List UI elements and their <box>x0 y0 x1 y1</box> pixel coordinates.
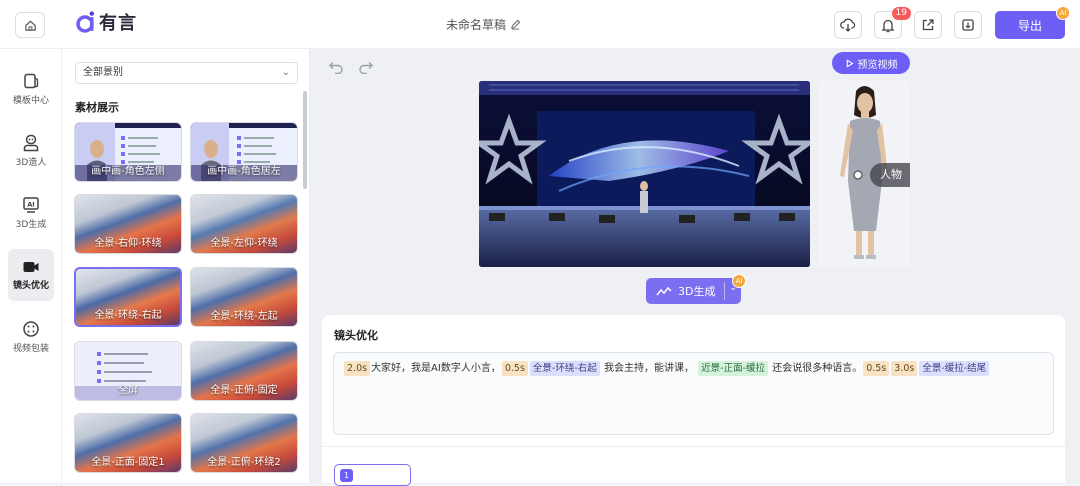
left-sidebar: 模板中心 3D造人 AI 3D生成 镜头优化 视频包装 <box>0 49 62 483</box>
thumb-caption: 画中画-角色居左 <box>207 166 281 177</box>
thumb-caption: 全景-右仰-环绕 <box>94 238 162 249</box>
pause-token[interactable]: 3.0s <box>891 361 918 376</box>
shot-type-select-value: 全部景别 <box>83 67 123 78</box>
script-text: 我会主持，能讲课， <box>603 363 694 374</box>
preview-video-label: 预览视频 <box>857 59 898 71</box>
script-editor[interactable]: 2.0s 大家好，我是AI数字人小言， 0.5s 全景-环绕-右起 我会主持，能讲课，… <box>333 352 1054 435</box>
share-button[interactable] <box>914 11 942 39</box>
undo-icon <box>329 62 343 75</box>
home-button[interactable] <box>15 12 45 38</box>
ai-generate-icon: AI <box>23 197 39 213</box>
sidebar-item-label: 视频包装 <box>12 344 49 354</box>
ai-badge: AI <box>732 274 746 288</box>
cloud-download-icon <box>840 18 856 32</box>
sidebar-item-3d-generate[interactable]: AI 3D生成 <box>0 187 62 239</box>
download-box-icon <box>962 19 974 31</box>
sidebar-item-camera-optimize[interactable]: 镜头优化 <box>8 249 54 301</box>
share-icon <box>922 19 934 31</box>
camera-icon <box>23 262 39 272</box>
asset-thumb-pip-left[interactable]: 画中画-角色左侧 <box>74 122 182 182</box>
trend-icon <box>656 286 672 296</box>
editor-canvas: 预览视频 人物 3D生成 ⌄ AI 镜头优化 2.0s 大家好，我是AI数字人小… <box>310 49 1080 486</box>
divider <box>724 282 725 300</box>
character-preview[interactable]: 人物 <box>818 81 910 267</box>
logo-icon <box>76 11 94 33</box>
cloud-download-button[interactable] <box>834 11 862 39</box>
shot-type-select[interactable]: 全部景别 ⌄ <box>75 62 298 84</box>
3d-generate-label: 3D生成 <box>678 285 716 298</box>
thumb-caption: 全景-环绕-左起 <box>210 311 278 322</box>
asset-panel: 全部景别 ⌄ 素材展示 画中画-角色左侧 画中画-角色居左 全景-右仰-环绕 全… <box>62 49 310 483</box>
notifications-button[interactable]: 19 <box>874 7 911 39</box>
thumb-caption: 全景-正俯-固定 <box>210 385 278 396</box>
panel-divider <box>322 446 1065 447</box>
asset-thumb-pip-left-center[interactable]: 画中画-角色居左 <box>190 122 298 182</box>
sidebar-item-video-package[interactable]: 视频包装 <box>0 311 62 363</box>
sidebar-item-label: 模板中心 <box>12 96 49 106</box>
document-title[interactable]: 未命名草稿 <box>446 16 521 33</box>
chevron-down-icon: ⌄ <box>281 67 290 78</box>
asset-thumb-panorama-front-fixed[interactable]: 全景-正面-固定1 <box>74 413 182 473</box>
camera-token[interactable]: 近景-正面-缓拉 <box>698 361 769 376</box>
template-icon <box>24 73 39 89</box>
ai-badge: AI <box>1056 6 1070 20</box>
bell-icon <box>881 19 895 32</box>
preview-video-button[interactable]: 预览视频 <box>832 52 910 74</box>
thumb-caption: 全景-环绕-右起 <box>94 310 162 321</box>
3d-generate-button[interactable]: 3D生成 ⌄ <box>646 278 741 304</box>
camera-token[interactable]: 全景-缓拉-结尾 <box>919 361 990 376</box>
top-bar: 有言 未命名草稿 19 导出 AI <box>0 0 1080 49</box>
svg-text:AI: AI <box>27 201 34 209</box>
script-text: 大家好，我是AI数字人小言， <box>371 363 501 374</box>
panel-title: 镜头优化 <box>334 329 378 342</box>
notification-badge: 19 <box>891 7 911 20</box>
camera-optimize-panel: 镜头优化 2.0s 大家好，我是AI数字人小言， 0.5s 全景-环绕-右起 我会主持… <box>322 315 1065 486</box>
thumb-caption: 画中画-角色左侧 <box>91 166 165 177</box>
scrollbar[interactable] <box>303 91 307 189</box>
export-button[interactable]: 导出 <box>995 11 1065 39</box>
sidebar-item-label: 3D生成 <box>15 220 47 230</box>
thumb-caption: 全景-左仰-环绕 <box>210 238 278 249</box>
redo-button[interactable] <box>358 59 374 78</box>
export-label: 导出 <box>1017 18 1042 33</box>
sidebar-item-label: 镜头优化 <box>12 281 49 291</box>
save-draft-button[interactable] <box>954 11 982 39</box>
character-tab[interactable]: 人物 <box>870 163 910 187</box>
undo-button[interactable] <box>328 59 344 78</box>
edit-icon[interactable] <box>510 19 521 30</box>
section-title: 素材展示 <box>75 101 119 114</box>
package-icon <box>23 321 39 337</box>
redo-icon <box>359 62 373 75</box>
sidebar-item-label: 3D造人 <box>15 158 47 168</box>
asset-thumb-fullscreen[interactable]: 全屏 <box>74 341 182 401</box>
app-name: 有言 <box>99 13 137 34</box>
clip-number: 1 <box>340 469 353 482</box>
asset-thumb-panorama-left-up-orbit[interactable]: 全景-左仰-环绕 <box>190 194 298 254</box>
thumb-caption: 全景-正俯-环绕2 <box>207 457 281 468</box>
stage-scene-image <box>479 81 810 267</box>
sidebar-item-template-center[interactable]: 模板中心 <box>0 63 62 115</box>
document-title-text: 未命名草稿 <box>446 18 507 32</box>
script-text: 还会说很多种语言。 <box>772 363 863 374</box>
asset-thumb-panorama-orbit-right[interactable]: 全景-环绕-右起 <box>74 267 182 327</box>
thumb-caption: 全屏 <box>118 385 138 396</box>
asset-thumb-panorama-right-up-orbit[interactable]: 全景-右仰-环绕 <box>74 194 182 254</box>
pause-token[interactable]: 2.0s <box>344 361 371 376</box>
play-icon <box>846 58 854 68</box>
avatar-icon <box>23 134 39 152</box>
stage-preview[interactable] <box>479 81 810 267</box>
app-logo[interactable]: 有言 <box>76 9 137 35</box>
sidebar-item-3d-avatar[interactable]: 3D造人 <box>0 125 62 177</box>
asset-thumb-panorama-down-fixed[interactable]: 全景-正俯-固定 <box>190 341 298 401</box>
asset-thumb-panorama-orbit-left[interactable]: 全景-环绕-左起 <box>190 267 298 327</box>
camera-token[interactable]: 全景-环绕-右起 <box>529 361 600 376</box>
pause-token[interactable]: 0.5s <box>501 361 528 376</box>
asset-thumb-panorama-down-orbit[interactable]: 全景-正俯-环绕2 <box>190 413 298 473</box>
thumb-caption: 全景-正面-固定1 <box>91 457 165 468</box>
home-icon <box>24 20 36 31</box>
pause-token[interactable]: 0.5s <box>863 361 890 376</box>
